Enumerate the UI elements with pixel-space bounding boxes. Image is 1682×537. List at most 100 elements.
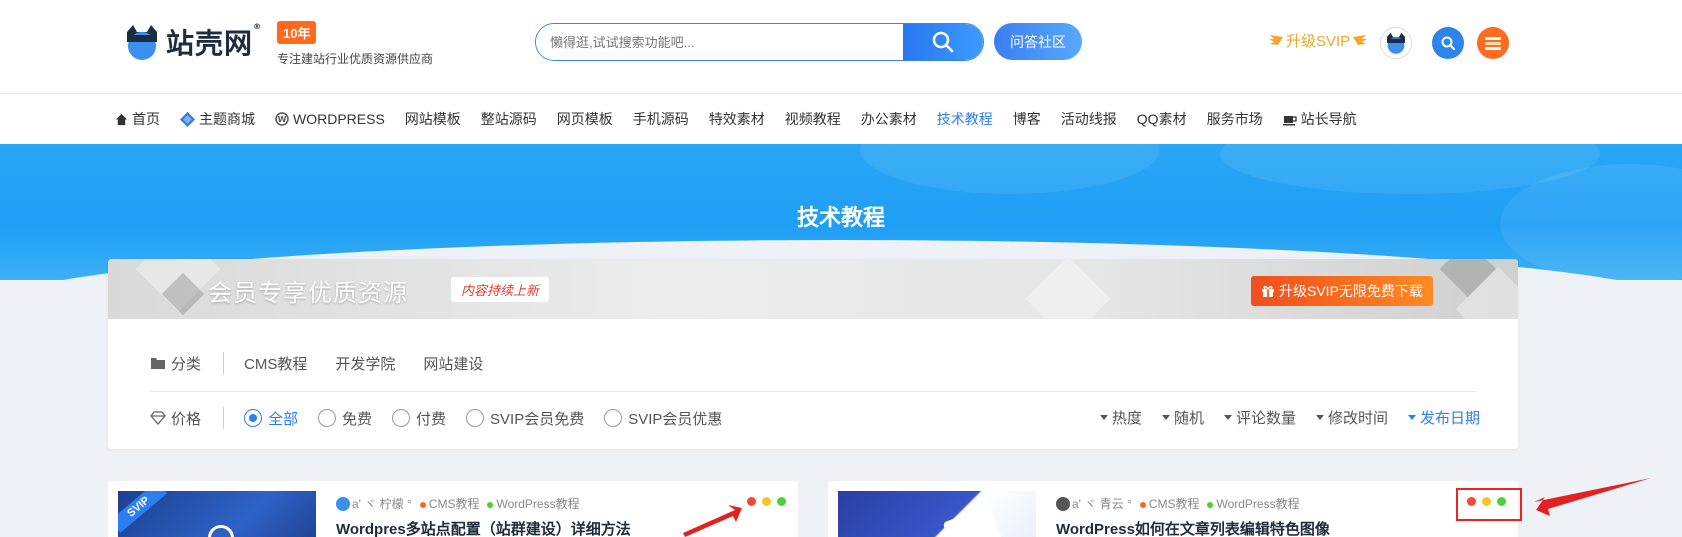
filter-divider	[150, 391, 1476, 392]
price-radio-option[interactable]: SVIP会员免费	[466, 408, 584, 429]
caret-down-icon	[1223, 415, 1232, 420]
radio-button[interactable]	[466, 409, 485, 427]
cat-avatar-icon	[1387, 32, 1405, 54]
category-filter-item[interactable]: CMS教程	[244, 353, 307, 374]
price-radio-option[interactable]: 付费	[392, 408, 446, 429]
svip-link-label: 升级SVIP	[1286, 33, 1351, 50]
caret-down-icon	[1315, 415, 1324, 420]
nav-item[interactable]: 博客	[1013, 109, 1041, 129]
nav-item[interactable]: 服务市场	[1207, 109, 1263, 129]
member-promo-bar: 会员专享优质资源 内容持续上新 升级SVIP无限免费下载	[108, 259, 1518, 319]
yellow-dot-icon	[762, 497, 771, 506]
post-title[interactable]: WordPress如何在文章列表编辑特色图像	[1056, 518, 1330, 537]
sort-option[interactable]: 随机	[1161, 407, 1204, 428]
nav-item-label: 服务市场	[1206, 111, 1263, 127]
nav-item[interactable]: 站长导航	[1282, 109, 1357, 129]
promo-decoration	[1025, 259, 1111, 319]
diamond-outline-icon	[150, 411, 166, 425]
price-radio-option[interactable]: 免费	[318, 408, 372, 429]
nav-item-label: 活动线报	[1060, 111, 1117, 127]
nav-item-label: 特效素材	[708, 111, 765, 127]
search-icon	[932, 31, 954, 53]
years-badge: 10年	[277, 21, 317, 44]
banner-decoration	[860, 144, 1160, 194]
window-dots	[747, 497, 786, 506]
post-category[interactable]: CMS教程	[1139, 495, 1199, 512]
post-category[interactable]: WordPress教程	[1207, 495, 1300, 512]
upgrade-svip-link[interactable]: 升级SVIP	[1268, 30, 1368, 51]
annotation-arrow-right	[1534, 478, 1651, 516]
caret-down-icon	[1099, 415, 1108, 420]
red-dot-icon	[747, 497, 756, 506]
site-logo[interactable]: 站壳网®	[122, 22, 262, 62]
qa-community-button[interactable]: 问答社区	[994, 23, 1082, 60]
nav-item[interactable]: 整站源码	[481, 109, 537, 129]
user-avatar[interactable]	[1380, 27, 1412, 59]
nav-item[interactable]: W WORDPRESS	[275, 111, 385, 127]
coffee-icon	[1282, 113, 1297, 126]
post-card[interactable]: SVIP a' ヾ 柠檬 ° CMS教程 WordPress教程 Wordpre…	[108, 481, 798, 537]
post-thumbnail[interactable]: SVIP	[118, 491, 316, 537]
nav-item-label: 博客	[1012, 111, 1041, 127]
nav-item[interactable]: 主题商城	[180, 109, 255, 129]
post-author[interactable]: a' ヾ 柠檬 °	[336, 495, 412, 512]
upgrade-svip-button[interactable]: 升级SVIP无限免费下载	[1251, 276, 1433, 306]
category-dot-icon	[1139, 502, 1146, 508]
radio-button[interactable]	[392, 409, 411, 427]
search-button[interactable]	[903, 24, 983, 60]
search-icon	[1441, 36, 1455, 50]
post-card[interactable]: a' ヾ 青云 ° CMS教程 WordPress教程 WordPress如何在…	[828, 481, 1518, 537]
nav-item-label: 办公素材	[860, 111, 917, 127]
site-header: 站壳网® 10年 专注建站行业优质资源供应商 问答社区 升级SVIP	[0, 0, 1682, 94]
price-option-label: 全部	[268, 410, 299, 428]
nav-item[interactable]: 活动线报	[1061, 109, 1117, 129]
sort-option[interactable]: 评论数量	[1223, 407, 1296, 428]
radio-button[interactable]	[604, 409, 623, 427]
page-title: 技术教程	[796, 206, 885, 231]
price-radio-option[interactable]: SVIP会员优惠	[604, 408, 722, 429]
sort-option-label: 评论数量	[1235, 410, 1296, 427]
nav-item[interactable]: 网站模板	[405, 109, 461, 129]
price-radio-option[interactable]: 全部	[244, 408, 298, 429]
radio-button[interactable]	[318, 409, 337, 427]
post-thumbnail[interactable]	[838, 491, 1036, 537]
category-filter-item[interactable]: 开发学院	[335, 353, 395, 374]
header-menu-button[interactable]	[1477, 27, 1509, 59]
sort-option-label: 修改时间	[1327, 410, 1388, 427]
upgrade-svip-label: 升级SVIP无限免费下载	[1279, 283, 1423, 299]
nav-item[interactable]: 特效素材	[709, 109, 765, 129]
logo-text: 站壳网®	[166, 22, 263, 60]
search-input[interactable]	[536, 24, 903, 60]
nav-item[interactable]: 手机源码	[633, 109, 689, 129]
price-option-label: SVIP会员免费	[490, 410, 585, 428]
radio-button[interactable]	[244, 409, 262, 427]
sort-option[interactable]: 发布日期	[1407, 407, 1480, 428]
post-author[interactable]: a' ヾ 青云 °	[1056, 495, 1132, 512]
search-bar	[535, 23, 984, 61]
post-title[interactable]: Wordpres多站点配置（站群建设）详细方法	[336, 518, 631, 537]
price-option-label: 免费	[342, 410, 373, 428]
sort-options: 热度 随机 评论数量 修改时间 发布日期	[1080, 407, 1480, 428]
post-category[interactable]: WordPress教程	[487, 495, 580, 512]
nav-item-label: 网页模板	[556, 111, 613, 127]
caret-down-icon	[1407, 415, 1416, 420]
category-filter-row: 分类 CMS教程 开发学院 网站建设	[150, 352, 511, 374]
sort-option[interactable]: 修改时间	[1315, 407, 1388, 428]
nav-item-label: 技术教程	[936, 111, 993, 127]
sort-option[interactable]: 热度	[1099, 407, 1142, 428]
green-dot-icon	[777, 497, 786, 506]
nav-item[interactable]: QQ素材	[1137, 109, 1187, 129]
nav-item[interactable]: 办公素材	[861, 109, 917, 129]
sort-option-label: 发布日期	[1419, 410, 1480, 427]
svg-text:W: W	[278, 115, 287, 124]
category-filter-item[interactable]: 网站建设	[423, 353, 483, 374]
nav-item[interactable]: 首页	[115, 109, 160, 129]
nav-list: 首页 主题商城 W WORDPRESS 网站模板 整站源码 网页模板 手机源码 特效素材 视频教程…	[115, 94, 1377, 144]
nav-item[interactable]: 技术教程	[937, 109, 993, 129]
post-category[interactable]: CMS教程	[419, 495, 479, 512]
wing-left-icon	[1269, 34, 1283, 45]
nav-item[interactable]: 网页模板	[557, 109, 613, 129]
header-search-button[interactable]	[1432, 27, 1464, 59]
member-tag: 内容持续上新	[451, 277, 550, 302]
nav-item[interactable]: 视频教程	[785, 109, 841, 129]
